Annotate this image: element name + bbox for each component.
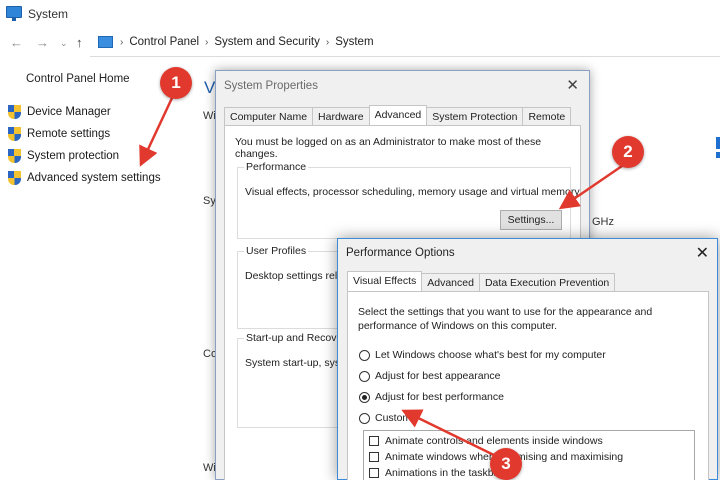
tab-hardware[interactable]: Hardware (312, 107, 370, 125)
step-3-callout: 3 (490, 448, 522, 480)
nav-system-protection[interactable]: System protection (8, 149, 119, 163)
checkbox-label: Animations in the taskbar (385, 467, 503, 479)
nav-remote-settings-label: Remote settings (27, 128, 111, 140)
nav-device-manager[interactable]: Device Manager (8, 105, 111, 119)
nav-device-manager-label: Device Manager (27, 106, 111, 118)
control-panel-home-link[interactable]: Control Panel Home (26, 73, 130, 85)
recent-dropdown-icon[interactable]: ⌄ (60, 38, 68, 49)
checkbox-taskbar-animations[interactable]: Animations in the taskbar (369, 467, 503, 479)
radio-best-appearance[interactable]: Adjust for best appearance (359, 370, 501, 382)
admin-note: You must be logged on as an Administrato… (235, 136, 542, 160)
radio-label: Custom: (375, 412, 415, 424)
performance-group: Performance Visual effects, processor sc… (237, 161, 580, 239)
checkbox[interactable] (369, 436, 379, 446)
radio-custom[interactable]: Custom: (359, 412, 414, 424)
breadcrumb-system-and-security[interactable]: System and Security (214, 36, 319, 48)
left-nav-pane: Control Panel Home Device Manager Remote… (0, 58, 200, 478)
radio-button-selected[interactable] (359, 391, 370, 403)
shield-icon (8, 105, 21, 119)
checkbox-animate-controls[interactable]: Animate controls and elements inside win… (369, 435, 603, 447)
system-app-icon (6, 6, 22, 21)
close-icon[interactable]: ✕ (696, 243, 709, 263)
breadcrumb-separator-icon: › (120, 36, 124, 48)
tab-advanced[interactable]: Advanced (368, 105, 428, 125)
dialog-title: Performance Options (346, 247, 455, 259)
step-2-callout: 2 (612, 136, 644, 168)
back-arrow-icon[interactable]: ← (10, 35, 23, 50)
shield-icon (8, 149, 21, 163)
control-panel-icon (98, 36, 113, 48)
bg-text-fragment: GHz (592, 216, 614, 228)
nav-advanced-system-settings[interactable]: Advanced system settings (8, 171, 161, 185)
address-divider (90, 56, 720, 57)
breadcrumb-system[interactable]: System (335, 36, 373, 48)
checkbox-label: Animate controls and elements inside win… (385, 435, 603, 447)
breadcrumb: › Control Panel › System and Security › … (120, 36, 374, 48)
bg-text-fragment: Wi (203, 110, 216, 122)
checkbox[interactable] (369, 452, 379, 462)
tab-advanced[interactable]: Advanced (421, 273, 480, 291)
radio-label: Adjust for best appearance (375, 370, 501, 382)
performance-description: Visual effects, processor scheduling, me… (245, 186, 580, 198)
bg-accent-bar (716, 152, 720, 158)
radio-label: Adjust for best performance (375, 391, 504, 403)
performance-settings-button[interactable]: Settings... (500, 210, 562, 230)
step-1-callout: 1 (160, 67, 192, 99)
bg-text-fragment: Wi (203, 462, 216, 474)
shield-icon (8, 171, 21, 185)
tab-visual-effects[interactable]: Visual Effects (347, 271, 423, 291)
breadcrumb-control-panel[interactable]: Control Panel (129, 36, 199, 48)
user-profiles-label: User Profiles (244, 245, 309, 257)
visual-effects-checklist[interactable]: Animate controls and elements inside win… (363, 430, 695, 480)
user-profiles-description: Desktop settings relat (245, 270, 346, 282)
nav-remote-settings[interactable]: Remote settings (8, 127, 110, 141)
system-properties-tabs: Computer Name Hardware Advanced System P… (224, 105, 572, 125)
tab-remote[interactable]: Remote (522, 107, 572, 125)
close-icon[interactable]: ✕ (566, 76, 579, 94)
forward-arrow-icon[interactable]: → (36, 35, 49, 50)
radio-label: Let Windows choose what's best for my co… (375, 349, 606, 361)
shield-icon (8, 127, 21, 141)
performance-options-tabs: Visual Effects Advanced Data Execution P… (347, 271, 616, 291)
performance-options-dialog: Performance Options ✕ Visual Effects Adv… (337, 238, 718, 480)
bg-text-fragment: Sy (203, 195, 216, 207)
radio-button[interactable] (359, 349, 370, 361)
breadcrumb-separator-icon: › (325, 36, 330, 48)
radio-let-windows-choose[interactable]: Let Windows choose what's best for my co… (359, 349, 606, 361)
nav-advanced-system-settings-label: Advanced system settings (27, 172, 161, 184)
window-titlebar: System (0, 0, 720, 28)
radio-button[interactable] (359, 412, 370, 424)
up-arrow-icon[interactable]: ↑ (76, 35, 83, 50)
tab-data-execution-prevention[interactable]: Data Execution Prevention (478, 273, 616, 291)
performance-group-label: Performance (244, 161, 309, 173)
nav-system-protection-label: System protection (27, 150, 120, 162)
radio-button[interactable] (359, 370, 370, 382)
radio-best-performance[interactable]: Adjust for best performance (359, 391, 504, 403)
bg-accent-bar (716, 137, 720, 149)
tab-system-protection[interactable]: System Protection (426, 107, 524, 125)
checkbox[interactable] (369, 468, 379, 478)
breadcrumb-separator-icon: › (205, 36, 209, 48)
address-bar: ← → ⌄ ↑ › Control Panel › System and Sec… (0, 28, 720, 58)
visual-effects-intro: Select the settings that you want to use… (358, 306, 653, 332)
visual-effects-panel: Select the settings that you want to use… (347, 291, 709, 480)
dialog-title: System Properties (224, 80, 318, 92)
window-title: System (28, 7, 69, 21)
tab-computer-name[interactable]: Computer Name (224, 107, 314, 125)
